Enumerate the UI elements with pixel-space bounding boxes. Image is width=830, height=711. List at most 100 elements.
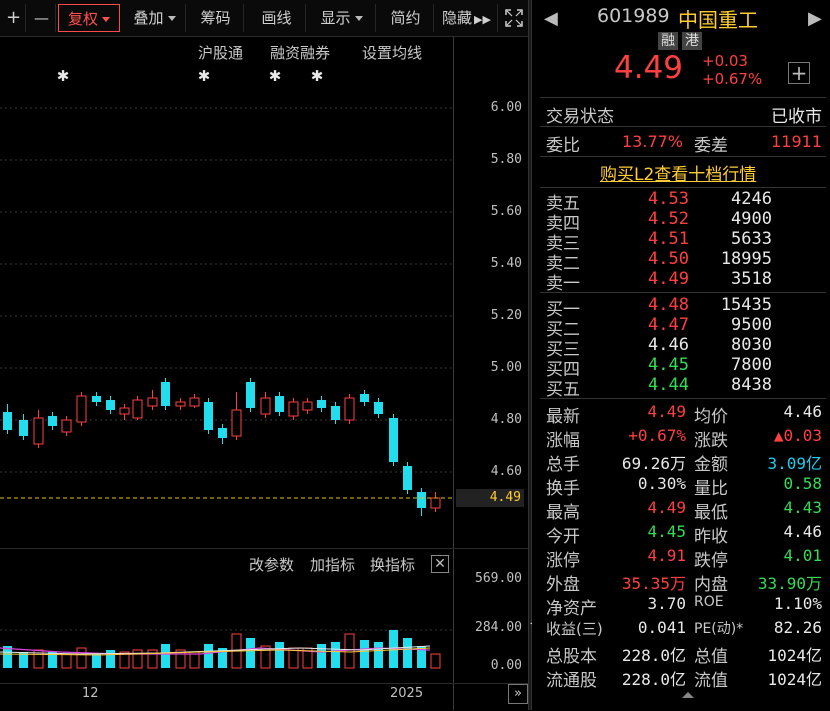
divider — [540, 156, 826, 157]
ask-volume: 18995 — [720, 249, 772, 269]
chevron-up-icon[interactable] — [682, 692, 694, 698]
xianshi-dropdown[interactable]: 显示 — [308, 4, 376, 32]
price-tick: 4.60 — [490, 464, 522, 479]
event-star-icon[interactable]: ✱ — [57, 67, 70, 85]
ask-price: 4.51 — [648, 229, 689, 249]
candle-body — [61, 419, 72, 433]
neipan-value: 33.90万 — [757, 574, 822, 593]
candle-body — [246, 382, 255, 408]
candle-body — [119, 407, 130, 415]
huanshou-value: 0.30% — [637, 474, 686, 493]
next-stock-icon[interactable]: ▶ — [808, 8, 822, 29]
divider — [540, 97, 826, 98]
liuzhi-label: 流值 — [694, 671, 728, 691]
waipan-value: 35.35万 — [621, 574, 686, 593]
weicha-label: 委差 — [694, 136, 728, 156]
jianyue-button[interactable]: 简约 — [378, 4, 434, 32]
shouyi-label: 收益(三) — [546, 620, 603, 638]
weibi-value: 13.77% — [622, 132, 684, 151]
candle-body — [275, 396, 284, 412]
liutonggu-label: 流通股 — [546, 671, 597, 691]
bid-volume: 15435 — [720, 295, 772, 315]
ask-price: 4.53 — [648, 189, 689, 209]
double-right-icon: ▶▶ — [474, 13, 491, 26]
zoom-in-button[interactable]: + — [2, 4, 26, 32]
close-indicator-button[interactable]: ✕ — [431, 555, 449, 573]
ask-price: 4.52 — [648, 209, 689, 229]
bid-volume: 8030 — [731, 335, 772, 355]
bid-price: 4.47 — [648, 315, 689, 335]
candlestick-chart[interactable]: ✱ ✱ ✱ ✱ — [0, 36, 528, 546]
dieting-value: 4.01 — [783, 546, 822, 565]
volume-tick-max: 569.00 — [475, 571, 522, 586]
huaxian-button[interactable]: 画线 — [248, 4, 306, 32]
price-tick: 5.60 — [490, 204, 522, 219]
quote-panel: ◀ 601989 中国重工 ▶ 融 港 4.49 +0.03 +0.67% + … — [532, 0, 830, 710]
chouma-button[interactable]: 筹码 — [188, 4, 244, 32]
candle-body — [302, 401, 313, 411]
prev-stock-icon[interactable]: ◀ — [544, 8, 558, 29]
yincang-button[interactable]: 隐藏 ▶▶ — [436, 4, 498, 32]
jingzichan-label: 净资产 — [546, 599, 597, 619]
candle-body — [260, 397, 271, 415]
bid-price: 4.44 — [648, 375, 689, 395]
candle-body — [76, 395, 87, 423]
candle-body — [147, 397, 158, 407]
volume-chart[interactable] — [0, 578, 453, 682]
volume-bar — [430, 653, 441, 669]
volume-bar — [317, 644, 326, 668]
candle-body — [132, 399, 143, 419]
zongguben-value: 228.0亿 — [621, 646, 686, 665]
event-star-icon[interactable]: ✱ — [311, 67, 324, 85]
bid-volume: 7800 — [731, 355, 772, 375]
volume-bar — [61, 653, 72, 669]
liutonggu-value: 228.0亿 — [621, 670, 686, 689]
price-tick: 5.80 — [490, 152, 522, 167]
ask-volume: 4246 — [731, 189, 772, 209]
candle-body — [92, 396, 101, 402]
liangbi-value: 0.58 — [783, 474, 822, 493]
event-star-icon[interactable]: ✱ — [198, 67, 211, 85]
jinkai-value: 4.45 — [647, 522, 686, 541]
price-tick: 5.00 — [490, 360, 522, 375]
zhangdie-label: 涨跌 — [694, 431, 728, 451]
fuquan-dropdown[interactable]: 复权 — [58, 4, 120, 32]
event-markers: ✱ ✱ ✱ ✱ — [57, 67, 324, 85]
volume-bar — [161, 644, 170, 668]
modify-params-link[interactable]: 改参数 — [249, 554, 294, 575]
event-star-icon[interactable]: ✱ — [269, 67, 282, 85]
chart-toolbar: + — 复权 叠加 筹码 画线 显示 简约 隐藏 ▶▶ — [0, 0, 530, 37]
candle-body — [331, 406, 340, 420]
candle-body — [218, 428, 227, 438]
volume-bar — [132, 649, 143, 669]
volume-tick-mid: 284.00 — [475, 620, 522, 635]
fullscreen-button[interactable] — [500, 4, 528, 32]
axis-separator — [453, 36, 454, 710]
zongshou-label: 总手 — [546, 455, 580, 475]
diejia-dropdown[interactable]: 叠加 — [124, 4, 186, 32]
add-indicator-link[interactable]: 加指标 — [310, 554, 355, 575]
zongzhi-label: 总值 — [694, 647, 728, 667]
diejia-label: 叠加 — [133, 9, 164, 27]
jine-label: 金额 — [694, 455, 728, 475]
weicha-value: 11911 — [771, 132, 822, 151]
yincang-label: 隐藏 — [442, 9, 473, 27]
change-indicator-link[interactable]: 换指标 — [370, 554, 415, 575]
volume-bar — [344, 633, 355, 669]
l2-purchase-link[interactable]: 购买L2查看十档行情 — [600, 160, 756, 185]
candle-body — [430, 497, 441, 509]
add-watchlist-button[interactable]: + — [788, 62, 810, 84]
zoom-out-button[interactable]: — — [28, 4, 56, 32]
pe-value: 82.26 — [773, 618, 822, 637]
volume-bar — [76, 647, 87, 669]
divider — [540, 398, 826, 399]
divider — [540, 187, 826, 188]
shouyi-value: 0.041 — [637, 618, 686, 637]
expand-button[interactable]: » — [508, 684, 528, 704]
dieting-label: 跌停 — [694, 551, 728, 571]
divider — [540, 126, 826, 127]
ask-volume: 5633 — [731, 229, 772, 249]
zhangting-label: 涨停 — [546, 551, 580, 571]
candle-body — [161, 382, 170, 406]
date-label: 2025 — [390, 686, 424, 701]
